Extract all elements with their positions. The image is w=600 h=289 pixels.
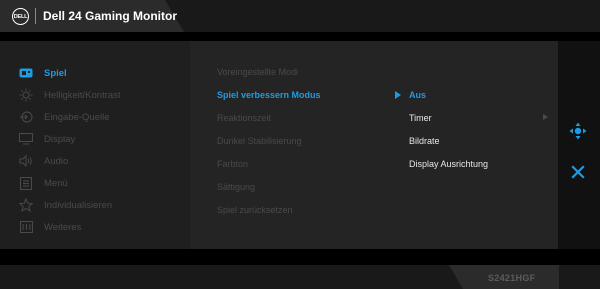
monitor-title: Dell 24 Gaming Monitor — [43, 9, 178, 23]
sidebar-item-label: Audio — [44, 155, 69, 167]
submenu-arrow-icon — [543, 114, 548, 120]
selection-arrow-icon — [395, 91, 401, 99]
model-name: S2421HGF — [488, 273, 536, 283]
speaker-icon — [19, 154, 33, 168]
submenu-item-spiel-verbessern-modus[interactable]: Spiel verbessern Modus — [217, 90, 321, 100]
sidebar-item-individualisieren[interactable]: Individualisieren — [0, 194, 190, 216]
input-source-icon — [19, 110, 33, 124]
gamepad-icon — [19, 66, 33, 80]
option-bildrate[interactable]: Bildrate — [409, 136, 440, 146]
sidebar-item-display[interactable]: Display — [0, 128, 190, 150]
sidebar-item-audio[interactable]: Audio — [0, 150, 190, 172]
dell-logo-icon: DELL — [12, 8, 29, 25]
sidebar-item-spiel[interactable]: Spiel — [0, 62, 190, 84]
submenu-item-farbton[interactable]: Farbton — [217, 159, 248, 169]
sidebar-item-label: Helligkeit/Kontrast — [44, 89, 121, 101]
sidebar-item-menu[interactable]: Menü — [0, 172, 190, 194]
submenu-item-saettigung[interactable]: Sättigung — [217, 182, 255, 192]
sidebar-item-label: Weiteres — [44, 221, 82, 233]
sidebar-item-helligkeit-kontrast[interactable]: Helligkeit/Kontrast — [0, 84, 190, 106]
option-aus[interactable]: Aus — [409, 90, 426, 100]
sidebar-item-label: Display — [44, 133, 76, 145]
joystick-nav-icon[interactable] — [569, 122, 587, 140]
submenu-item-dunkel-stabilisierung[interactable]: Dunkel Stabilisierung — [217, 136, 302, 146]
sidebar-item-label: Spiel — [44, 67, 67, 79]
option-timer[interactable]: Timer — [409, 113, 432, 123]
brightness-icon — [19, 88, 33, 102]
display-icon — [19, 132, 33, 146]
submenu-item-voreingestellte-modi[interactable]: Voreingestellte Modi — [217, 67, 298, 77]
sidebar-item-label: Individualisieren — [44, 199, 113, 211]
monitor-osd: DELL Dell 24 Gaming Monitor Spiel Hellig… — [0, 0, 600, 289]
control-panel — [558, 41, 600, 249]
others-icon — [19, 220, 33, 234]
submenu-item-reaktionszeit[interactable]: Reaktionszeit — [217, 113, 271, 123]
submenu-item-spiel-zuruecksetzen[interactable]: Spiel zurücksetzen — [217, 205, 293, 215]
sidebar-item-label: Menü — [44, 177, 68, 189]
star-icon — [19, 198, 33, 212]
close-icon[interactable] — [570, 164, 586, 180]
option-display-ausrichtung[interactable]: Display Ausrichtung — [409, 159, 488, 169]
menu-icon — [19, 176, 33, 190]
title-bar: DELL Dell 24 Gaming Monitor — [0, 0, 600, 32]
title-separator — [35, 8, 36, 24]
sidebar-item-label: Eingabe-Quelle — [44, 111, 110, 123]
sidebar-item-weiteres[interactable]: Weiteres — [0, 216, 190, 238]
sidebar-item-eingabe-quelle[interactable]: Eingabe-Quelle — [0, 106, 190, 128]
